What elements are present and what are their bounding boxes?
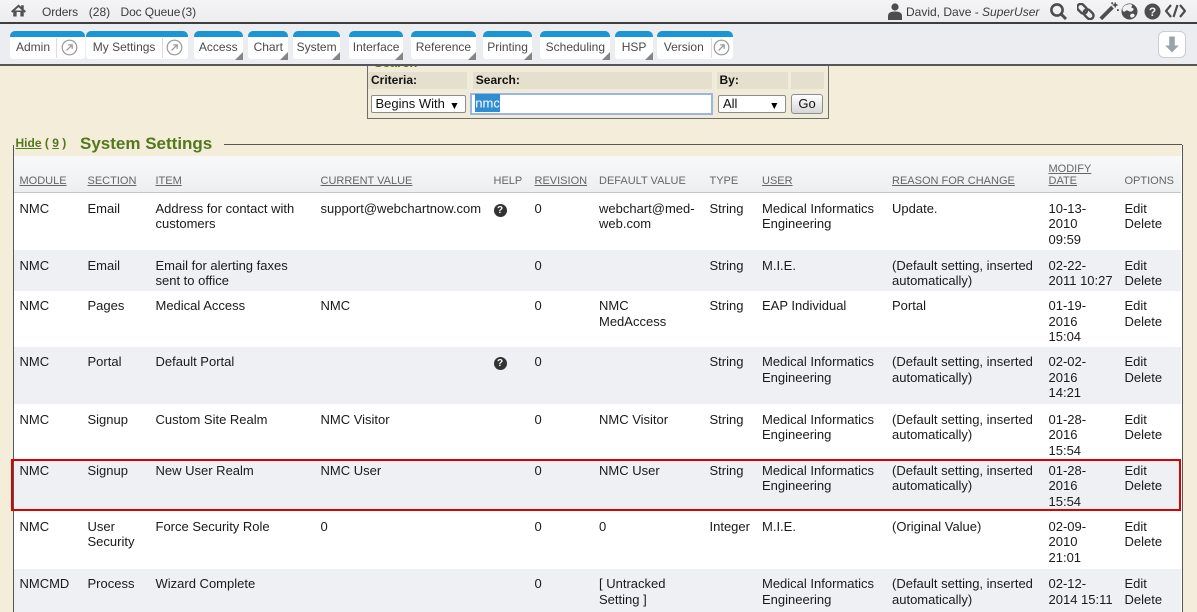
svg-text:?: ? bbox=[1149, 5, 1156, 19]
